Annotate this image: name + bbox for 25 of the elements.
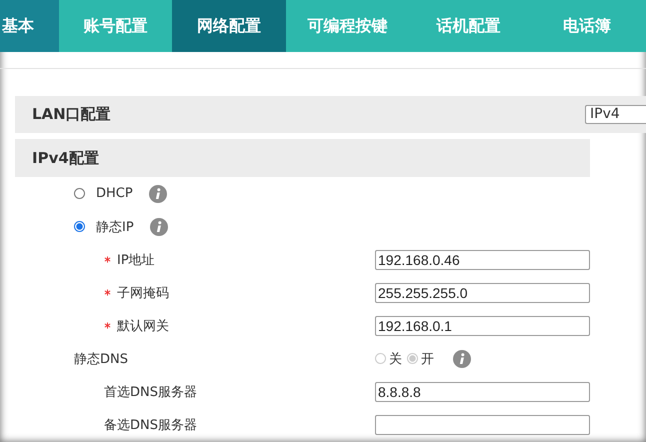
section-title: IPv4配置: [32, 148, 99, 168]
input-field[interactable]: 192.168.0.1: [375, 316, 590, 336]
field-label: 默认网关: [117, 318, 169, 334]
radio-button[interactable]: [74, 188, 85, 199]
nav-tab[interactable]: 网络配置: [172, 0, 286, 52]
info-icon[interactable]: [148, 184, 167, 202]
input-field[interactable]: 192.168.0.46: [375, 250, 590, 270]
info-icon[interactable]: [150, 218, 168, 236]
input-field[interactable]: 255.255.255.0: [375, 282, 590, 302]
radio-button[interactable]: [74, 221, 85, 232]
protocol-select[interactable]: IPv4: [585, 105, 646, 124]
section-title: LAN口配置: [32, 105, 111, 124]
input-field[interactable]: 8.8.8.8: [375, 382, 590, 402]
radio-label: DHCP: [96, 186, 133, 201]
info-icon[interactable]: [453, 350, 471, 368]
field-label: 子网掩码: [117, 284, 169, 302]
field-label: 首选DNS服务器: [104, 384, 197, 400]
radio-label: 开: [421, 350, 434, 368]
nav-tab[interactable]: 基本: [0, 0, 60, 52]
field-label: 静态DNS: [74, 350, 128, 368]
field-label: IP地址: [117, 252, 155, 268]
field-label: 备选DNS服务器: [104, 416, 197, 434]
radio-label: 关: [389, 350, 402, 368]
input-field[interactable]: [375, 414, 590, 434]
radio-label: 静态IP: [96, 218, 134, 236]
